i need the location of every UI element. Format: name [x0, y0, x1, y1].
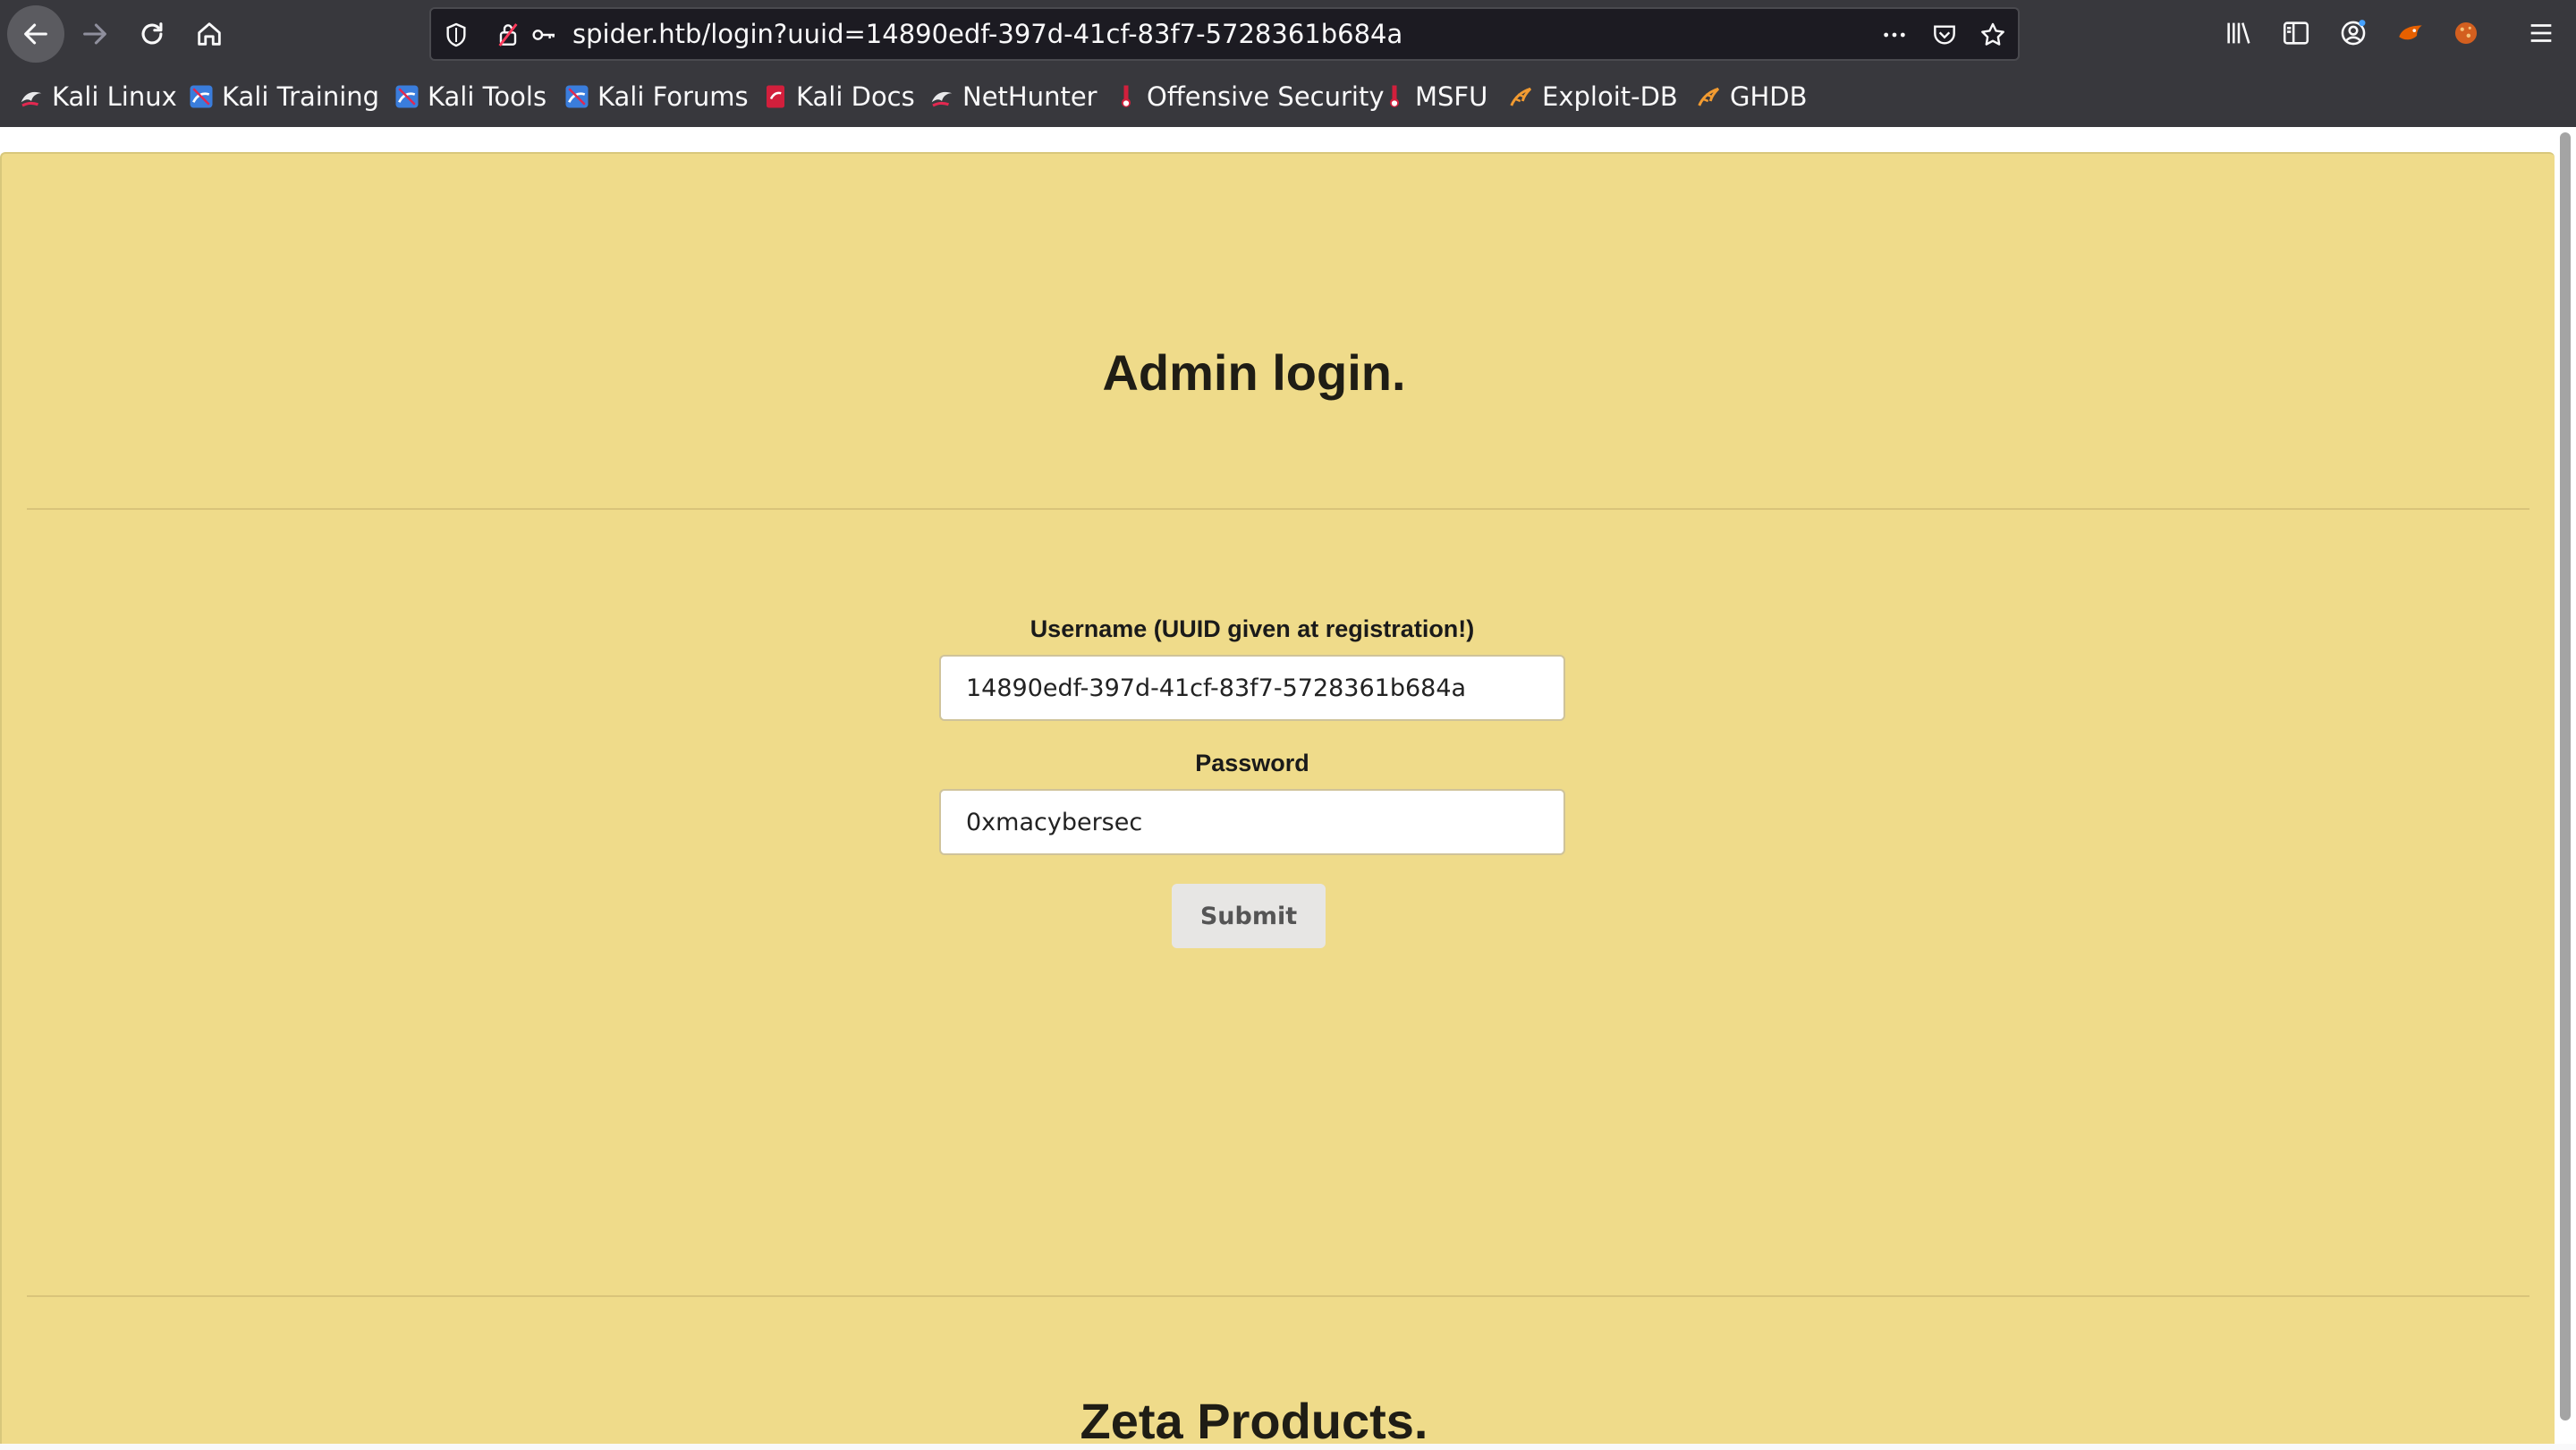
shield-icon[interactable] — [442, 21, 470, 49]
bookmark-kali-training[interactable]: Kali Training — [188, 79, 379, 114]
bookmark-kali-tools[interactable]: Kali Tools — [394, 79, 547, 114]
msfu-icon — [1390, 85, 1399, 107]
back-button[interactable] — [7, 5, 64, 63]
submit-button[interactable]: Submit — [1172, 884, 1326, 948]
page-viewport: Admin login. Username (UUID given at reg… — [0, 127, 2576, 1449]
exploit-db-icon — [1510, 87, 1532, 106]
browser-toolbar: spider.htb/login?uuid=14890edf-397d-41cf… — [0, 0, 2576, 68]
page-scrollbar[interactable] — [2555, 127, 2576, 1444]
url-text[interactable]: spider.htb/login?uuid=14890edf-397d-41cf… — [572, 9, 1402, 59]
ghdb-icon — [1698, 87, 1720, 106]
bookmark-kali-linux[interactable]: Kali Linux — [18, 79, 177, 114]
url-bar[interactable]: spider.htb/login?uuid=14890edf-397d-41cf… — [429, 7, 2020, 61]
browser-chrome: spider.htb/login?uuid=14890edf-397d-41cf… — [0, 0, 2576, 127]
bookmark-ghdb[interactable]: GHDB — [1696, 79, 1808, 114]
kali-training-icon — [190, 85, 213, 108]
bookmark-kali-docs[interactable]: Kali Docs — [762, 79, 915, 114]
sidebar-icon[interactable] — [2281, 18, 2311, 48]
cookie-extension-icon[interactable] — [2451, 18, 2481, 48]
kali-forums-icon — [565, 85, 589, 108]
bookmark-offensive-security[interactable]: Offensive Security — [1113, 79, 1385, 114]
offsec-icon — [1122, 85, 1131, 107]
insecure-lock-icon[interactable] — [494, 21, 522, 49]
reload-button[interactable] — [123, 5, 181, 63]
page-card: Admin login. Username (UUID given at reg… — [0, 152, 2555, 1449]
password-label: Password — [1195, 750, 1309, 776]
bookmark-kali-forums[interactable]: Kali Forums — [564, 79, 749, 114]
account-icon[interactable] — [2338, 18, 2368, 48]
scrollbar-thumb[interactable] — [2560, 132, 2571, 1420]
hamburger-menu-icon[interactable] — [2526, 18, 2556, 48]
bookmark-msfu[interactable]: MSFU — [1381, 79, 1487, 114]
products-title: Zeta Products. — [1080, 1393, 1428, 1449]
bookmark-nethunter[interactable]: NetHunter — [928, 79, 1097, 114]
foxyproxy-icon[interactable] — [2395, 18, 2426, 48]
pocket-icon[interactable] — [1930, 21, 1959, 49]
divider-top — [27, 508, 2529, 510]
arrow-left-icon — [24, 23, 47, 45]
arrow-right-icon — [83, 23, 106, 45]
forward-button[interactable] — [66, 5, 123, 63]
bookmark-star-icon[interactable] — [1979, 21, 2007, 49]
page-title: Admin login. — [1102, 344, 1406, 401]
bookmarks-toolbar: Kali Linux Kali Training Kali Tools Kali… — [0, 68, 2576, 127]
home-icon — [198, 22, 221, 46]
nethunter-icon — [931, 91, 953, 107]
kali-tools-icon — [395, 85, 419, 108]
kali-docs-icon — [767, 85, 784, 108]
divider-bottom — [27, 1295, 2529, 1297]
reload-icon — [141, 22, 163, 45]
more-dots-icon[interactable] — [1880, 21, 1909, 49]
library-icon[interactable] — [2224, 18, 2254, 48]
kali-dragon-icon — [21, 91, 42, 107]
username-input[interactable] — [939, 655, 1565, 721]
key-icon[interactable] — [530, 21, 558, 49]
password-input[interactable] — [939, 789, 1565, 855]
username-label: Username (UUID given at registration!) — [1030, 615, 1475, 642]
home-button[interactable] — [181, 5, 238, 63]
bookmark-exploit-db[interactable]: Exploit-DB — [1508, 79, 1678, 114]
